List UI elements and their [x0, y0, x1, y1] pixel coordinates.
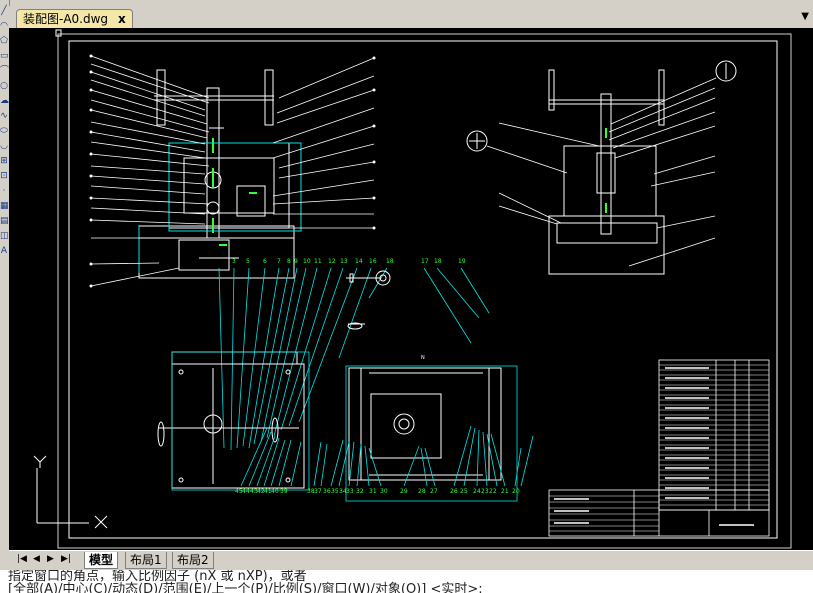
region-tool-icon[interactable]: ◫ — [0, 232, 9, 241]
callout-label: 17 — [421, 258, 429, 265]
tab-layout2[interactable]: 布局2 — [172, 552, 214, 569]
callout-label: 8 — [287, 258, 291, 265]
callout-label: 24 — [473, 488, 481, 495]
make-block-tool-icon[interactable]: ⊡ — [0, 172, 8, 181]
front-view-outline — [138, 142, 302, 273]
ellipse-arc-tool-icon[interactable]: ◡ — [0, 142, 8, 151]
callout-label: 37 — [314, 488, 322, 495]
tab-layout1[interactable]: 布局1 — [125, 552, 167, 569]
parts-list-text — [554, 367, 754, 526]
callout-leaders — [218, 267, 490, 451]
parts-list — [548, 359, 770, 537]
polyline-tool-icon[interactable]: ◠ — [0, 22, 8, 31]
bottom-callouts-left: 45 44 43 42 41 40 39 38 37 36 35 34 33 3… — [235, 488, 388, 495]
plan-view-right-outline — [345, 365, 518, 502]
arc-tool-icon[interactable]: ⌒ — [0, 67, 9, 76]
callout-label: 14 — [355, 258, 363, 265]
callout-label: 29 — [400, 488, 408, 495]
callout-label: 27 — [430, 488, 438, 495]
bottom-callouts-right: 29 28 27 26 25 24 23 22 21 20 — [400, 488, 520, 495]
callout-label: 23 — [481, 488, 489, 495]
callout-label: 18 — [434, 258, 442, 265]
side-view-assembly — [466, 60, 737, 275]
hatch-tool-icon[interactable]: ▦ — [0, 202, 9, 211]
callout-label: 33 — [346, 488, 354, 495]
callout-label: 40 — [271, 488, 279, 495]
view-label: N — [421, 355, 425, 361]
front-view-assembly — [138, 69, 295, 279]
callout-label: 16 — [369, 258, 377, 265]
callout-label: 39 — [280, 488, 288, 495]
circle-tool-icon[interactable]: ○ — [0, 82, 8, 91]
callout-label: 12 — [328, 258, 336, 265]
first-layout-icon[interactable]: |◀ — [17, 554, 27, 564]
callout-label: 30 — [380, 488, 388, 495]
callout-label: 28 — [418, 488, 426, 495]
callout-label: 36 — [323, 488, 331, 495]
callout-label: 35 — [331, 488, 339, 495]
insert-block-tool-icon[interactable]: ⊞ — [0, 157, 8, 166]
front-view-center-parts — [212, 138, 257, 246]
document-tab-bar: 装配图-A0.dwg x ▼ — [9, 6, 813, 29]
ellipse-tool-icon[interactable]: ⬭ — [0, 127, 8, 136]
last-layout-icon[interactable]: ▶| — [61, 554, 71, 564]
callout-label: 11 — [314, 258, 322, 265]
tab-list-dropdown-icon[interactable]: ▼ — [801, 11, 809, 22]
callout-label: 9 — [294, 258, 298, 265]
table-tool-icon[interactable]: ▤ — [0, 217, 9, 226]
callout-label: 44 — [242, 488, 250, 495]
callout-label: 21 — [501, 488, 509, 495]
callout-label: 31 — [369, 488, 377, 495]
ucs-icon — [33, 455, 108, 529]
callout-label: 3 — [232, 258, 236, 265]
drawing-canvas[interactable]: 3 5 6 7 8 9 10 11 12 13 14 16 18 17 18 1… — [9, 28, 813, 550]
callout-label: 22 — [489, 488, 497, 495]
mtext-tool-icon[interactable]: A — [0, 247, 8, 256]
callout-label: 32 — [356, 488, 364, 495]
callout-label: 26 — [450, 488, 458, 495]
polygon-tool-icon[interactable]: ⬠ — [0, 37, 8, 46]
callout-label: 7 — [277, 258, 281, 265]
prev-layout-icon[interactable]: ◀ — [33, 554, 40, 564]
next-layout-icon[interactable]: ▶ — [47, 554, 54, 564]
callout-label: 19 — [458, 258, 466, 265]
tab-drawing-file[interactable]: 装配图-A0.dwg x — [16, 9, 133, 29]
close-icon[interactable]: x — [118, 12, 126, 26]
callout-label: 10 — [303, 258, 311, 265]
cloud-tool-icon[interactable]: ☁ — [0, 97, 9, 106]
callout-label: 6 — [263, 258, 267, 265]
tab-drawing-label: 装配图-A0.dwg — [23, 12, 109, 26]
layout-tab-bar: |◀ ◀ ▶ ▶| 模型 布局1 布局2 — [9, 550, 813, 571]
point-tool-icon[interactable]: · — [0, 187, 8, 196]
callout-label: 20 — [512, 488, 520, 495]
spline-tool-icon[interactable]: ∿ — [0, 112, 8, 121]
top-callouts: 3 5 6 7 8 9 10 11 12 13 14 16 18 17 18 1… — [232, 258, 466, 265]
callout-label: 5 — [246, 258, 250, 265]
callout-label: 13 — [340, 258, 348, 265]
callout-label: 25 — [460, 488, 468, 495]
line-tool-icon[interactable]: ╱ — [0, 7, 8, 16]
plan-view-left-outline — [171, 351, 310, 491]
command-prompt-line: [全部(A)/中心(C)/动态(D)/范围(E)/上一个(P)/比例(S)/窗口… — [8, 582, 483, 593]
callout-label: 18 — [386, 258, 394, 265]
front-view-leaders — [90, 55, 375, 287]
command-line[interactable]: 指定窗口的角点，输入比例因子 (nX 或 nXP)，或者 [全部(A)/中心(C… — [0, 570, 813, 593]
rectangle-tool-icon[interactable]: ▭ — [0, 52, 9, 61]
tab-model[interactable]: 模型 — [84, 552, 119, 569]
